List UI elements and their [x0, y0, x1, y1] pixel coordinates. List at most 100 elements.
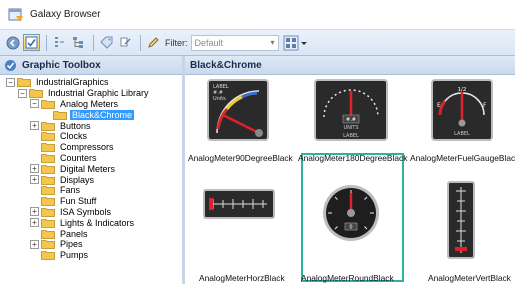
tree-item-label: Digital Meters [60, 163, 116, 174]
folder-icon [41, 154, 55, 163]
galaxy-browser-icon [8, 8, 23, 22]
folder-icon [41, 175, 55, 185]
expand-icon[interactable]: + [30, 121, 39, 131]
folder-icon [41, 208, 55, 217]
gallery-panel: Black&Chrome LABEL #.# Units AnalogMeter… [185, 56, 515, 284]
tree-item-label: Buttons [60, 120, 91, 131]
expand-icon[interactable]: + [30, 164, 39, 174]
tree-item[interactable]: + Lights & Indicators [0, 217, 182, 228]
meter-vertical-thumbnail [447, 181, 475, 259]
meter-90-degree-thumbnail: LABEL #.# Units [207, 79, 269, 141]
gallery-item-caption: AnalogMeter180DegreeBlack [298, 153, 408, 163]
toolbox-check-icon [5, 59, 16, 71]
gallery-item-caption: AnalogMeterRoundBlack [301, 273, 394, 283]
tree-icon[interactable] [51, 34, 68, 51]
tree-item[interactable]: Fans [0, 185, 182, 196]
gallery-item-caption: AnalogMeterFuelGaugeBlack [410, 153, 515, 163]
gallery-item-caption: AnalogMeter90DegreeBlack [188, 153, 293, 163]
tree-item[interactable]: Clocks [0, 131, 182, 142]
thumb-units-text: UNITS [343, 125, 358, 131]
gallery-item[interactable]: 1/2 E F LABEL AnalogMeterFuelGaugeBlack [407, 75, 515, 175]
filter-select[interactable]: Default ▾ [190, 34, 279, 51]
gallery-item[interactable]: AnalogMeterHorzBlack [185, 175, 295, 284]
library-icon[interactable] [23, 34, 40, 51]
tree-item[interactable]: + ISA Symbols [0, 207, 182, 218]
tree-item[interactable]: Counters [0, 153, 182, 164]
folder-icon [41, 100, 55, 109]
meter-round-thumbnail: 0 [323, 185, 379, 241]
folder-icon [41, 132, 55, 142]
tree-item-label: Black&Chrome [70, 109, 135, 120]
tree-item-label: Fans [60, 185, 81, 196]
folder-icon [41, 240, 55, 250]
tree-item-label: Pumps [60, 250, 89, 261]
thumb-units-text: Units [213, 96, 226, 102]
title-bar: Galaxy Browser [0, 0, 515, 30]
tree-item[interactable]: + Pipes [0, 239, 182, 250]
hierarchy-icon[interactable] [70, 34, 87, 51]
folder-icon [41, 186, 55, 196]
folder-icon [17, 78, 31, 88]
folder-icon [53, 110, 67, 120]
tree-item[interactable]: − Industrial Graphic Library [0, 88, 182, 99]
view-mode-button[interactable] [283, 35, 309, 51]
tree-item-label: Analog Meters [60, 98, 119, 109]
tree-item[interactable]: + Buttons [0, 120, 182, 131]
filter-value: Default [194, 37, 224, 48]
folder-icon [29, 89, 43, 99]
tree-item-label: Industrial Graphic Library [48, 88, 149, 99]
gallery-item[interactable]: LABEL #.# Units AnalogMeter90DegreeBlack [185, 75, 295, 175]
collapse-icon[interactable]: − [6, 77, 15, 87]
expand-icon[interactable]: + [30, 218, 39, 228]
meter-horizontal-thumbnail [203, 189, 275, 219]
tree-item[interactable]: + Digital Meters [0, 163, 182, 174]
folder-icon [41, 229, 55, 239]
tree-item[interactable]: − IndustrialGraphics [0, 77, 182, 88]
gallery-item-selected[interactable]: 0 AnalogMeterRoundBlack [295, 175, 407, 284]
gallery-item[interactable]: #.# UNITS LABEL AnalogMeter180DegreeBlac… [295, 75, 407, 175]
toolbar-separator [140, 34, 141, 51]
tree-item-label: Counters [60, 152, 97, 163]
folder-icon [41, 218, 55, 228]
tree-item[interactable]: Black&Chrome [0, 109, 182, 120]
expand-icon[interactable]: + [30, 207, 39, 217]
panel-title: Graphic Toolbox [22, 59, 101, 71]
toolbar-separator [46, 34, 47, 51]
window-title: Galaxy Browser [30, 9, 101, 20]
back-icon[interactable] [4, 34, 21, 51]
folder-icon [41, 121, 55, 131]
gallery-item[interactable]: AnalogMeterVertBlack [407, 175, 515, 284]
tree-item[interactable]: Compressors [0, 142, 182, 153]
tree-item[interactable]: + Displays [0, 174, 182, 185]
filter-label: Filter: [165, 37, 188, 48]
collapse-icon[interactable]: − [30, 99, 39, 109]
tree-item[interactable]: − Analog Meters [0, 99, 182, 110]
toolbar-separator [93, 34, 94, 51]
thumb-half-text: 1/2 [458, 87, 467, 93]
link-icon[interactable] [117, 34, 134, 51]
tree-item-label: IndustrialGraphics [36, 77, 109, 88]
thumb-label-text: LABEL [343, 133, 359, 139]
tree-item-label: Lights & Indicators [60, 217, 135, 228]
collapse-icon[interactable]: − [18, 88, 27, 98]
graphic-toolbox-panel: Graphic Toolbox − IndustrialGraphics − Indu… [0, 56, 185, 284]
panel-header: Graphic Toolbox [0, 56, 182, 75]
tree-item-label: Displays [60, 174, 95, 185]
tree-item[interactable]: Panels [0, 228, 182, 239]
toolbar: Filter: Default ▾ [0, 30, 515, 56]
chevron-down-icon: ▾ [270, 38, 275, 47]
tree-item-label: Clocks [60, 131, 88, 142]
edit-icon[interactable] [145, 34, 162, 51]
toolbox-tree: − IndustrialGraphics − Industrial Graphic L… [0, 75, 182, 261]
tag-icon[interactable] [98, 34, 115, 51]
gallery-item-caption: AnalogMeterHorzBlack [199, 273, 285, 283]
tree-item[interactable]: Fun Stuff [0, 196, 182, 207]
expand-icon[interactable]: + [30, 175, 39, 185]
thumb-empty-text: E [437, 102, 441, 109]
tree-item-label: Pipes [60, 239, 83, 250]
thumb-label-text: LABEL [454, 131, 470, 137]
expand-icon[interactable]: + [30, 239, 39, 249]
thumb-value-text: 0 [349, 225, 352, 231]
tree-item[interactable]: Pumps [0, 250, 182, 261]
tree-item-label: Fun Stuff [60, 196, 97, 207]
